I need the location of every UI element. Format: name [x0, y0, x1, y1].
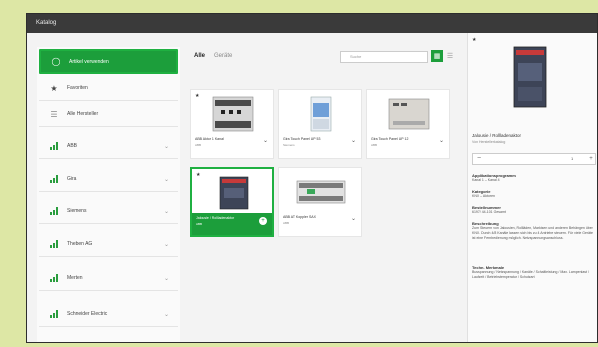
star-icon: ★	[50, 83, 58, 93]
bar-chart-icon	[49, 273, 59, 283]
quantity-value: 1	[571, 156, 574, 161]
sidebar-item-label: Siemens	[67, 208, 87, 214]
product-card-selected[interactable]: ★ Jalousie / Rollladenaktor ABB +	[190, 167, 274, 237]
circle-arrow-icon: ◯	[51, 57, 61, 66]
bar-chart-icon	[49, 206, 59, 216]
detail-section-category: Kategorie KNX – Aktoren	[472, 189, 495, 198]
sidebar-item-schneider[interactable]: Schneider Electric ⌄	[39, 302, 178, 327]
chevron-down-icon: ⌄	[164, 311, 170, 318]
sidebar-item-label: Favoriten	[67, 85, 88, 91]
product-title: ABB AT Koppler SAX	[283, 215, 316, 219]
chevron-down-icon: ⌄	[164, 143, 170, 150]
product-manufacturer: ABB	[371, 143, 378, 147]
chevron-down-icon[interactable]: ⌄	[439, 137, 444, 144]
chevron-down-icon[interactable]: ⌄	[263, 137, 268, 144]
product-card[interactable]: ABB AT Koppler SAX ABB ⌄	[278, 167, 362, 237]
product-title: Gira Touch Panel UP 53	[283, 137, 321, 141]
plus-icon[interactable]: +	[585, 154, 597, 164]
product-manufacturer: ABB	[195, 143, 202, 147]
chevron-down-icon: ⌄	[164, 275, 170, 282]
product-image	[212, 96, 254, 132]
bar-chart-icon	[49, 309, 59, 319]
sidebar-item-theben[interactable]: Theben AG ⌄	[39, 232, 178, 257]
product-grid-panel: Alle Geräte Suche ▦ ☰ ★ ABB Aktor 1 Kana…	[190, 47, 456, 342]
detail-subtitle: Von Herstellerkatalog	[472, 140, 506, 144]
tab-alle[interactable]: Alle	[194, 53, 205, 59]
product-image	[296, 180, 346, 204]
detail-section-application: Applikationsprogramm Kanal 1 – Kanal 4	[472, 173, 516, 182]
product-manufacturer: ABB	[283, 221, 290, 225]
product-image	[219, 176, 249, 210]
bar-chart-icon	[49, 239, 59, 249]
sidebar: ◯ Artikel verwenden ★ Favoriten ☰ Alle H…	[37, 47, 180, 342]
sidebar-item-favoriten[interactable]: ★ Favoriten	[39, 76, 178, 101]
product-title: Jalousie / Rollladenaktor	[196, 216, 235, 220]
product-card[interactable]: Gira Touch Panel UP 53 Siemens ⌄	[278, 89, 362, 159]
product-manufacturer: Siemens	[283, 143, 295, 147]
product-detail-panel: ★ Jalousie / Rollladenaktor Von Herstell…	[467, 33, 597, 342]
add-icon[interactable]: +	[259, 217, 267, 225]
chevron-down-icon: ⌄	[164, 176, 170, 183]
detail-title: Jalousie / Rollladenaktor	[472, 133, 522, 138]
sidebar-item-label: ABB	[67, 143, 78, 149]
minus-icon[interactable]: −	[473, 154, 485, 164]
search-input[interactable]: Suche	[340, 51, 428, 63]
chevron-down-icon[interactable]: ⌄	[351, 137, 356, 144]
app-window: Katalog ◯ Artikel verwenden ★ Favoriten …	[26, 13, 598, 343]
tab-geraete[interactable]: Geräte	[214, 53, 232, 59]
product-card[interactable]: Gira Touch Panel UP 12 ABB ⌄	[366, 89, 450, 159]
sidebar-item-label: Gira	[67, 176, 77, 182]
sidebar-item-abb[interactable]: ABB ⌄	[39, 134, 178, 159]
product-manufacturer: ABB	[196, 222, 203, 226]
product-detail-image	[513, 46, 547, 108]
window-title: Katalog	[27, 14, 597, 33]
sidebar-item-label: Schneider Electric	[67, 311, 108, 317]
product-title: Gira Touch Panel UP 12	[371, 137, 409, 141]
sidebar-item-alle-hersteller[interactable]: ☰ Alle Hersteller	[39, 102, 178, 127]
sidebar-item-artikel[interactable]: ◯ Artikel verwenden	[39, 49, 178, 74]
bar-chart-icon	[49, 174, 59, 184]
sidebar-item-label: Artikel verwenden	[69, 58, 109, 65]
star-icon[interactable]: ★	[472, 37, 476, 43]
product-title: ABB Aktor 1 Kanal	[195, 137, 224, 141]
product-image	[388, 98, 430, 130]
list-icon: ☰	[50, 109, 58, 119]
sidebar-item-siemens[interactable]: Siemens ⌄	[39, 199, 178, 224]
detail-section-description: Beschreibung Zum Steuern von Jalousien, …	[472, 221, 594, 240]
quantity-stepper[interactable]: − 1 +	[472, 153, 596, 165]
detail-section-order-number: Bestellnummer 6197/ 44-101 Gesamt	[472, 205, 506, 214]
sidebar-item-label: Merten	[67, 275, 83, 281]
sidebar-item-merten[interactable]: Merten ⌄	[39, 266, 178, 291]
sidebar-item-gira[interactable]: Gira ⌄	[39, 167, 178, 192]
sidebar-item-label: Alle Hersteller	[67, 111, 99, 117]
product-card[interactable]: ★ ABB Aktor 1 Kanal ABB ⌄	[190, 89, 274, 159]
chevron-down-icon: ⌄	[164, 241, 170, 248]
grid-view-icon[interactable]: ▦	[431, 50, 443, 62]
list-view-icon[interactable]: ☰	[444, 50, 456, 62]
chevron-down-icon: ⌄	[164, 208, 170, 215]
detail-section-tech-features: Techn. Merkmale Busspannung / Netzspannu…	[472, 265, 589, 279]
chevron-down-icon[interactable]: ⌄	[351, 215, 356, 222]
product-image	[310, 96, 332, 132]
sidebar-item-label: Theben AG	[67, 241, 93, 247]
bar-chart-icon	[49, 141, 59, 151]
